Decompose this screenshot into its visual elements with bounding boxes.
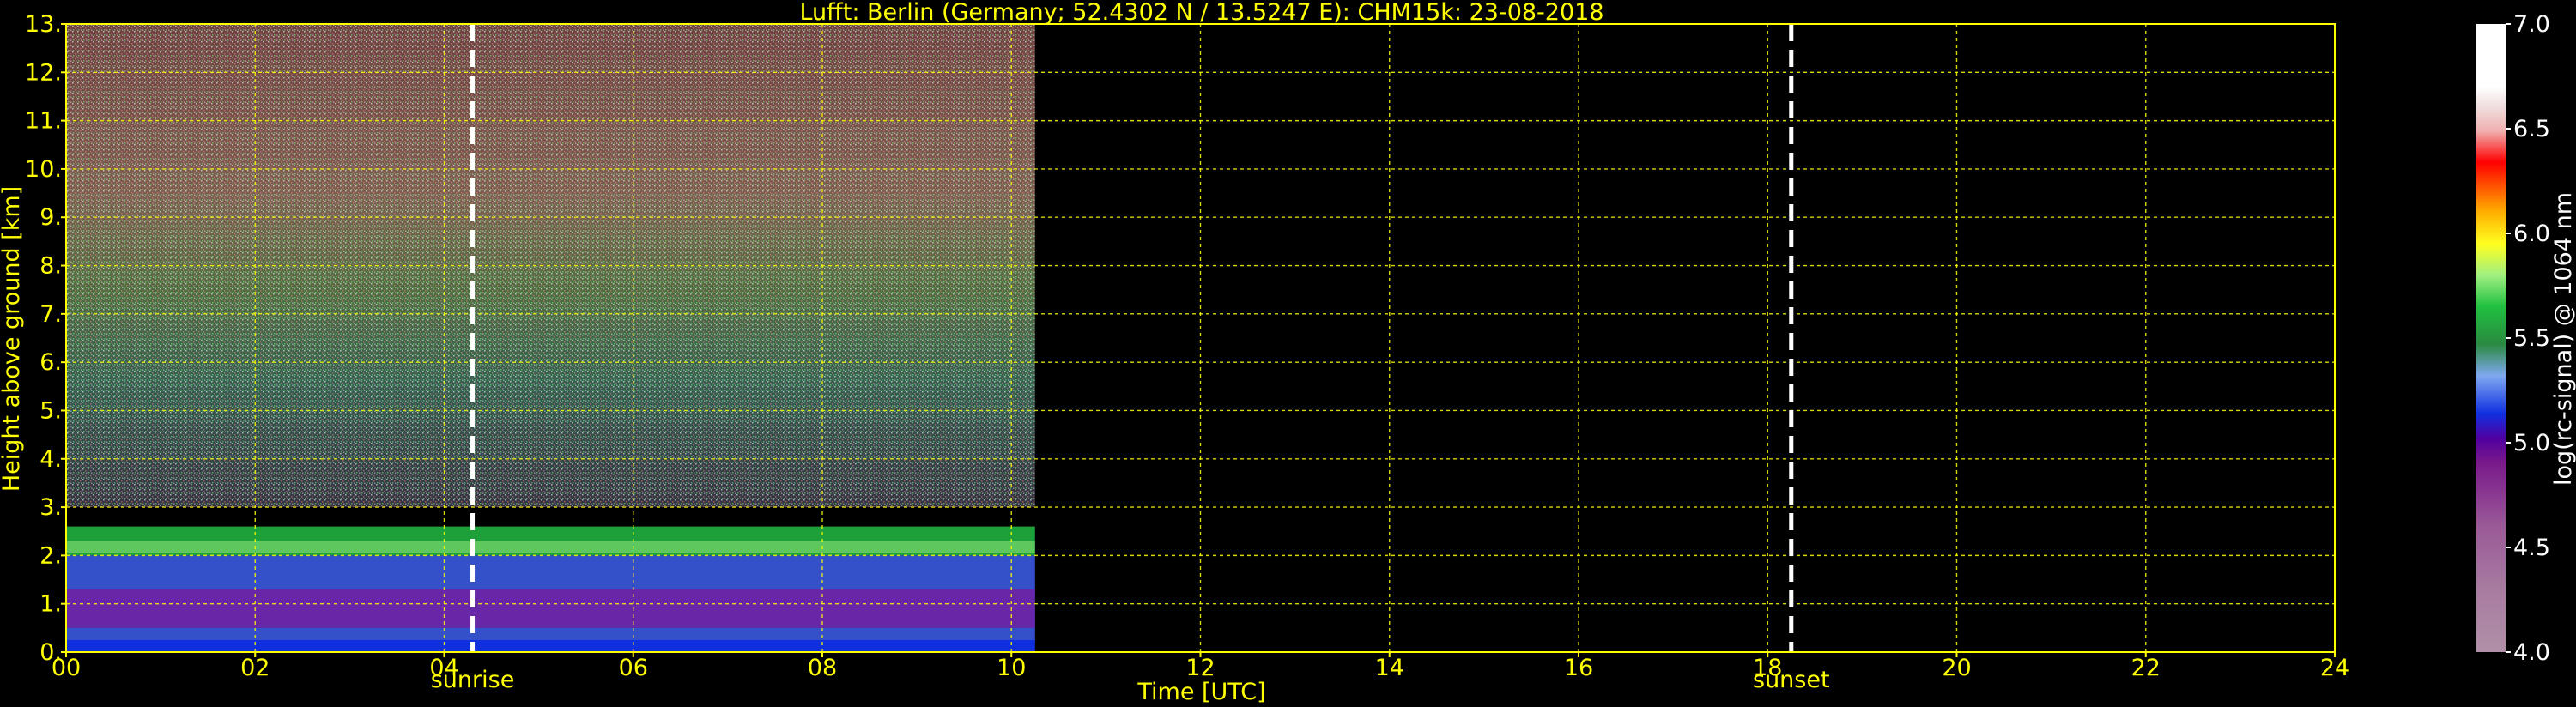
- colorbar-tick-label: 5.0: [2513, 430, 2550, 456]
- colorbar-tick-label: 6.5: [2513, 116, 2550, 142]
- y-tick-label: 7.: [39, 301, 62, 328]
- y-tick-label: 1.: [39, 591, 62, 618]
- aerosol-peak-band: [66, 541, 1035, 553]
- colorbar-tick-label: 4.5: [2513, 535, 2550, 561]
- colorbar-ticks: 4.0 4.5 5.0 5.5 6.0 6.5 7.0: [2506, 11, 2550, 666]
- colorbar-tick-label: 7.0: [2513, 11, 2550, 38]
- x-tick-label: 06: [619, 655, 648, 681]
- x-tick-label: 22: [2131, 655, 2161, 681]
- y-tick-label: 8.: [39, 253, 62, 280]
- colorbar-tick-label: 6.0: [2513, 221, 2550, 247]
- x-tick-label: 20: [1942, 655, 1971, 681]
- y-tick-label: 9.: [39, 204, 62, 231]
- y-tick-label: 6.: [39, 349, 62, 376]
- y-tick-label: 2.: [39, 542, 62, 569]
- colorbar-label: log(rc-signal) @ 1064 nm: [2550, 192, 2576, 486]
- x-tick-label: 12: [1185, 655, 1215, 681]
- y-tick-label: 13.: [25, 11, 62, 38]
- y-axis-label: Height above ground [km]: [0, 186, 25, 492]
- x-tick-label: 16: [1564, 655, 1593, 681]
- ceilometer-chart: sunrise sunset 00 02 04 06 08 10 12 14 16 18 20 22 24…: [0, 0, 2576, 705]
- colorbar-tick-label: 4.0: [2513, 639, 2550, 666]
- plot-area: [66, 24, 2335, 652]
- y-tick-label: 5.: [39, 397, 62, 424]
- x-tick-label: 14: [1375, 655, 1404, 681]
- signal-layer: [66, 589, 1035, 628]
- x-tick-label: 24: [2320, 655, 2349, 681]
- chart-title: Lufft: Berlin (Germany; 52.4302 N / 13.5…: [799, 0, 1603, 26]
- x-tick-label: 02: [240, 655, 270, 681]
- x-axis-label: Time [UTC]: [1136, 679, 1265, 705]
- colorbar: [2476, 24, 2506, 652]
- x-tick-label: 18: [1753, 655, 1782, 681]
- x-tick-label: 04: [429, 655, 458, 681]
- y-tick-label: 10.: [25, 156, 62, 183]
- y-tick-label: 12.: [25, 59, 62, 86]
- x-tick-label: 08: [808, 655, 837, 681]
- y-tick-label: 11.: [25, 108, 62, 135]
- y-tick-label: 0.: [39, 639, 62, 666]
- y-tick-label: 3.: [39, 494, 62, 521]
- near-surface-band: [66, 639, 1035, 652]
- y-tick-label: 4.: [39, 446, 62, 473]
- x-tick-label: 10: [997, 655, 1026, 681]
- colorbar-tick-label: 5.5: [2513, 325, 2550, 352]
